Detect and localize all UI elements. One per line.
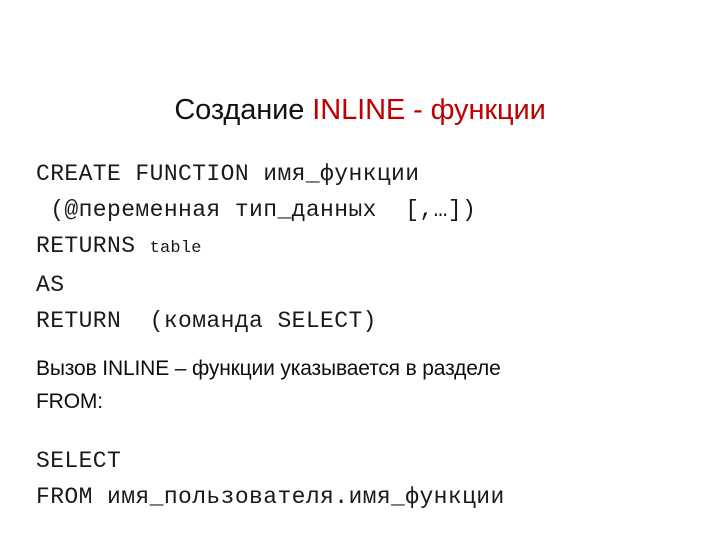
usage-code-block: SELECT FROM имя_пользователя.имя_функции bbox=[36, 443, 706, 515]
slide-canvas: Создание INLINE - функции CREATE FUNCTIO… bbox=[0, 0, 720, 540]
syntax-code-block: CREATE FUNCTION имя_функции (@переменная… bbox=[36, 156, 696, 339]
usage-code-line: SELECT bbox=[36, 448, 122, 474]
usage-note-line: FROM: bbox=[36, 390, 103, 413]
syntax-type-table: table bbox=[149, 239, 202, 258]
usage-code-line: FROM имя_пользователя.имя_функции bbox=[36, 484, 505, 510]
usage-note-line: Вызов INLINE – функции указывается в раз… bbox=[36, 357, 501, 380]
page-title-plain-text: Создание bbox=[174, 94, 313, 127]
syntax-code-line: RETURNS table bbox=[36, 228, 696, 267]
syntax-code-line: RETURN (команда SELECT) bbox=[36, 308, 377, 334]
syntax-keyword-returns: RETURNS bbox=[36, 233, 150, 259]
usage-note: Вызов INLINE – функции указывается в раз… bbox=[36, 352, 701, 418]
syntax-code-line: AS bbox=[36, 272, 65, 298]
syntax-code-line: CREATE FUNCTION имя_функции bbox=[36, 161, 420, 187]
page-title-accent-text: INLINE - функции bbox=[312, 94, 546, 127]
page-title: Создание INLINE - функции bbox=[0, 93, 720, 127]
syntax-code-line: (@переменная тип_данных [,…]) bbox=[36, 197, 477, 223]
